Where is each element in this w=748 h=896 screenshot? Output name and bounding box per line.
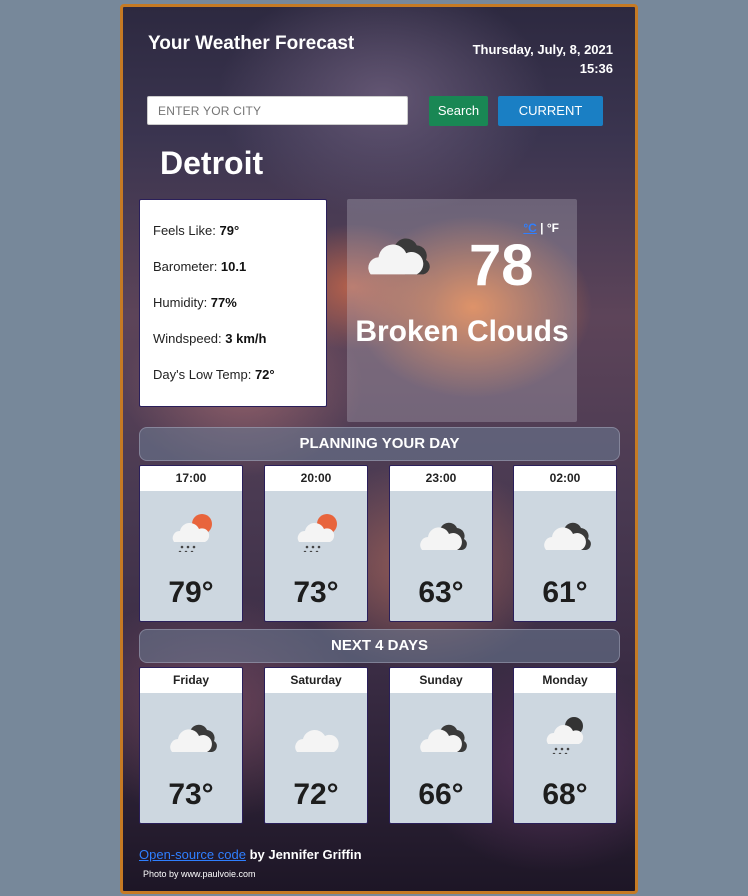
- city-name: Detroit: [160, 145, 264, 181]
- planning-header: PLANNING YOUR DAY: [139, 427, 620, 461]
- weather-description: Broken Clouds: [355, 315, 569, 348]
- current-location-button[interactable]: CURRENT: [498, 96, 603, 126]
- tile-temperature: 68°: [542, 778, 588, 811]
- tile-temperature: 73°: [293, 576, 339, 609]
- date-time: Thursday, July, 8, 2021 15:36: [473, 40, 613, 78]
- footer: Open-source code by Jennifer Griffin: [139, 847, 362, 862]
- detail-barometer: Barometer: 10.1: [153, 259, 247, 274]
- weather-card: Your Weather Forecast Thursday, July, 8,…: [120, 4, 638, 894]
- source-code-link[interactable]: Open-source code: [139, 847, 246, 862]
- tile-temperature: 66°: [418, 778, 464, 811]
- tile-day: Monday: [514, 668, 616, 693]
- current-date: Thursday, July, 8, 2021: [472, 42, 613, 57]
- daily-forecast-tile: Monday 68°: [513, 667, 617, 824]
- hourly-forecast-tile: 23:00 63°: [389, 465, 493, 622]
- app-title: Your Weather Forecast: [148, 33, 355, 54]
- cloudy-icon: [420, 522, 467, 550]
- author-text: by Jennifer Griffin: [245, 847, 362, 862]
- cloudy-icon: [420, 724, 467, 752]
- detail-humidity: Humidity: 77%: [153, 295, 237, 310]
- photo-credit: Photo by www.paulvoie.com: [143, 869, 256, 879]
- daily-forecast-tile: Sunday 66°: [389, 667, 493, 824]
- tile-day: Saturday: [265, 668, 367, 693]
- daily-forecast-tile: Saturday 72°: [264, 667, 368, 824]
- detail-low-temp: Day's Low Temp: 72°: [153, 367, 275, 382]
- tile-time: 02:00: [514, 466, 616, 491]
- rain-sun-icon: [297, 514, 337, 552]
- rain-sun-icon: [172, 514, 212, 552]
- rain-night-icon: [546, 717, 584, 754]
- daily-forecast-tile: Friday 73°: [139, 667, 243, 824]
- hourly-forecast-tile: 20:00 73°: [264, 465, 368, 622]
- cloudy-icon: [544, 522, 591, 550]
- detail-feels-like: Feels Like: 79°: [153, 223, 240, 238]
- search-button[interactable]: Search: [429, 96, 488, 126]
- tile-temperature: 73°: [168, 778, 214, 811]
- current-time: 15:36: [579, 61, 613, 76]
- tile-time: 20:00: [265, 466, 367, 491]
- tile-day: Friday: [140, 668, 242, 693]
- fahrenheit-link[interactable]: °F: [547, 221, 559, 235]
- tile-temperature: 61°: [542, 576, 588, 609]
- cloud-icon: [295, 730, 339, 752]
- tile-time: 23:00: [390, 466, 492, 491]
- tile-temperature: 79°: [168, 576, 214, 609]
- hourly-forecast-tile: 17:00 79°: [139, 465, 243, 622]
- current-weather-panel: °C | °F 78 Broken Clouds: [347, 199, 577, 422]
- unit-separator: |: [540, 221, 544, 235]
- weather-details-panel: Feels Like: 79° Barometer: 10.1 Humidity…: [139, 199, 327, 407]
- cloudy-icon: [170, 724, 217, 752]
- hourly-forecast-tile: 02:00 61°: [513, 465, 617, 622]
- current-temperature: 78: [469, 233, 534, 298]
- city-search-input[interactable]: [147, 96, 408, 125]
- next-days-header: NEXT 4 DAYS: [139, 629, 620, 663]
- tile-temperature: 72°: [293, 778, 339, 811]
- detail-windspeed: Windspeed: 3 km/h: [153, 331, 267, 346]
- tile-time: 17:00: [140, 466, 242, 491]
- tile-temperature: 63°: [418, 576, 464, 609]
- cloudy-icon: [368, 238, 430, 275]
- tile-day: Sunday: [390, 668, 492, 693]
